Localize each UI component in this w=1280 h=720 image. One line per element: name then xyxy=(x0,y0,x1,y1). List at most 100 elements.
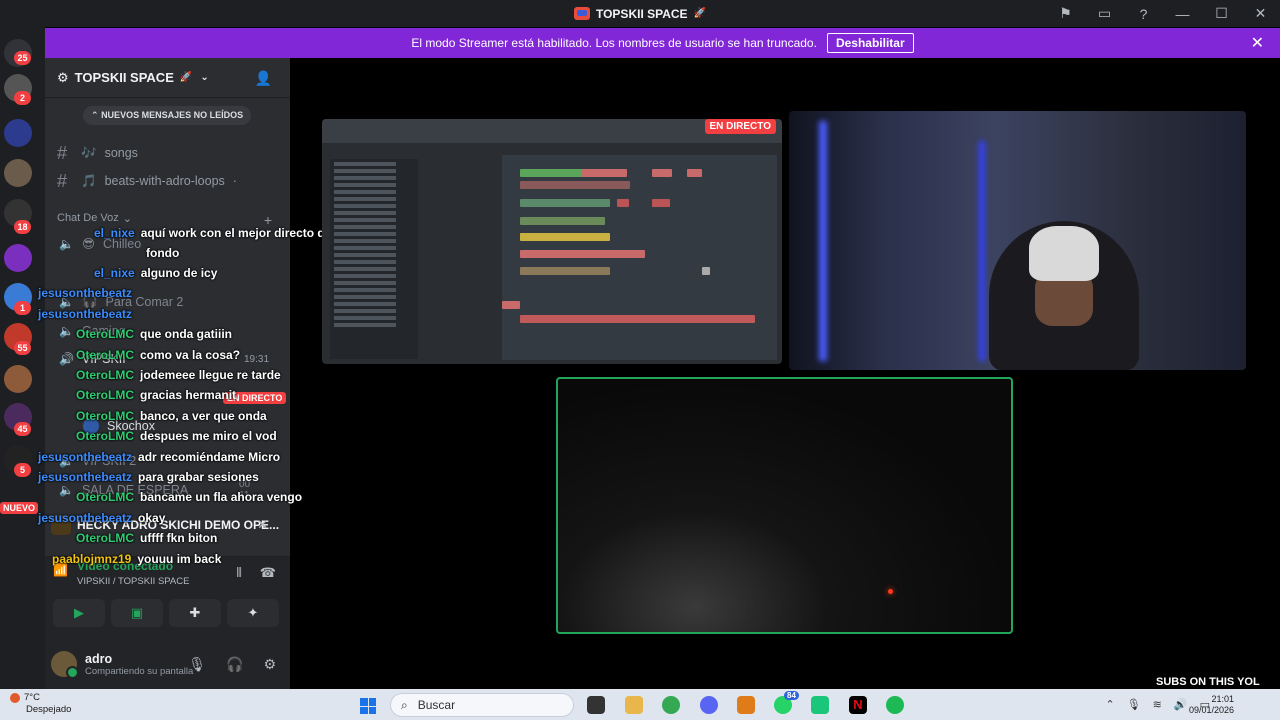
chat-message: OteroLMC despues me miro el vod xyxy=(76,429,277,443)
server-header[interactable]: ⚙ TOPSKII SPACE 🚀 ⌄ 👤 xyxy=(45,58,290,98)
spotify-icon[interactable] xyxy=(886,696,904,714)
wifi-icon[interactable]: ≋ xyxy=(1153,698,1162,711)
file-explorer-icon[interactable] xyxy=(625,696,643,714)
close-activity-icon[interactable]: ✕ xyxy=(257,517,268,533)
chat-text: bancame un fla ahora vengo xyxy=(140,490,303,504)
streamer-mode-banner: El modo Streamer está habilitado. Los no… xyxy=(45,28,1280,58)
watermark: SUBS ON THIS YOL xyxy=(1156,676,1260,688)
streamer-hat xyxy=(1029,226,1099,281)
server-icon[interactable] xyxy=(4,244,32,272)
chevron-up-icon[interactable]: ⌃ xyxy=(1105,698,1114,711)
start-button[interactable] xyxy=(360,698,376,714)
chat-username: OteroLMC xyxy=(76,327,134,341)
server-icon[interactable] xyxy=(4,159,32,187)
banner-text: El modo Streamer está habilitado. Los no… xyxy=(411,36,817,50)
rocket-emoji-icon: 🚀 xyxy=(693,8,707,19)
speaker-icon: 🔈 xyxy=(59,236,74,251)
volume-icon[interactable]: 🔊 xyxy=(1174,698,1188,711)
chat-username: OteroLMC xyxy=(76,348,134,362)
chat-username: el_nixe xyxy=(94,266,135,280)
chevron-up-icon: ⌃ xyxy=(91,110,99,120)
disconnect-icon[interactable]: ☎ xyxy=(260,565,276,581)
clock[interactable]: 21:01 09/01/2026 xyxy=(1189,694,1234,716)
chat-username: jesusonthebeatz xyxy=(38,307,133,321)
chat-username: OteroLMC xyxy=(76,388,134,402)
channel-songs[interactable]: # 🎶 songs xyxy=(57,142,138,164)
mention-badge: 18 xyxy=(14,220,31,234)
chat-text: uffff fkn biton xyxy=(140,531,218,545)
username[interactable]: adro xyxy=(85,652,193,666)
note-icon: 🎵 xyxy=(81,173,97,188)
search-icon: ⌕ xyxy=(401,697,408,712)
add-member-icon[interactable]: 👤 xyxy=(255,70,272,87)
taskbar-search[interactable]: ⌕ Buscar xyxy=(390,693,574,717)
chat-username: jesusonthebeatz xyxy=(38,511,133,525)
server-icon[interactable] xyxy=(4,365,32,393)
chat-username: jesusonthebeatz xyxy=(38,470,133,484)
settings-gear-icon[interactable]: ⚙ xyxy=(263,656,276,673)
server-logo-icon xyxy=(573,7,590,20)
whatsapp-badge: 84 xyxy=(784,691,799,700)
chat-message: paablojmnz19 youuu im back xyxy=(52,552,221,566)
chat-message: OteroLMC gracias hermanit xyxy=(76,388,236,402)
disable-streamer-button[interactable]: Deshabilitar xyxy=(826,33,914,53)
chat-username: OteroLMC xyxy=(76,490,134,504)
weather-widget[interactable]: 7°C Despejado xyxy=(10,692,71,716)
rocket-emoji-icon: 🚀 xyxy=(179,72,193,83)
minimize-button[interactable]: — xyxy=(1163,6,1202,22)
chevron-down-icon: ⌄ xyxy=(200,72,209,83)
screen-share-tile[interactable]: EN DIRECTO xyxy=(322,119,782,364)
chat-username: OteroLMC xyxy=(76,409,134,423)
microphone-icon[interactable]: 🎙 xyxy=(188,656,206,673)
chat-username: paablojmnz19 xyxy=(52,552,132,566)
call-timer: 19:31 xyxy=(244,353,270,365)
webcam-tile[interactable] xyxy=(789,111,1246,370)
netflix-icon[interactable]: N xyxy=(849,696,867,714)
chat-text: banco, a ver que onda xyxy=(140,409,267,423)
channel-beats[interactable]: # 🎵 beats-with-adro-loops · xyxy=(57,170,237,192)
chat-text: para grabar sesiones xyxy=(138,470,259,484)
windows-taskbar: 7°C Despejado ⌕ Buscar 84 N ⌃ 🎙 ≋ 🔊 ▭ 21… xyxy=(0,689,1280,720)
music-icon: 🎶 xyxy=(81,145,97,160)
activities-button[interactable]: ✚ xyxy=(169,599,221,627)
camera-button[interactable]: ▶ xyxy=(53,599,105,627)
chat-message: jesusonthebeatz okay xyxy=(38,511,165,525)
dark-camera-tile[interactable] xyxy=(556,377,1013,634)
title-bar: TOPSKII SPACE 🚀 ⚑ ▭ ? — ☐ ✕ xyxy=(0,0,1280,27)
microphone-icon[interactable]: 🎙 xyxy=(1127,698,1141,711)
user-panel: adro Compartiendo su pantalla 🎙 🎧 ⚙ xyxy=(45,639,290,689)
chat-text: jodemeee llegue re tarde xyxy=(140,368,281,382)
maximize-button[interactable]: ☐ xyxy=(1202,5,1241,22)
noise-suppression-icon[interactable]: ⫴ xyxy=(236,565,241,581)
chat-message: OteroLMC banco, a ver que onda xyxy=(76,409,267,423)
chat-message: el_nixe alguno de icy xyxy=(94,266,217,280)
hash-icon: # xyxy=(57,170,68,191)
chat-username: el_nixe xyxy=(94,226,135,240)
unread-messages-pill[interactable]: ⌃ NUEVOS MENSAJES NO LEÍDOS xyxy=(83,106,252,125)
daw-browser xyxy=(330,159,418,359)
task-view-icon[interactable] xyxy=(587,696,605,714)
chat-message: OteroLMC uffff fkn biton xyxy=(76,531,217,545)
chat-text: youuu im back xyxy=(137,552,222,566)
server-topskii[interactable] xyxy=(4,119,32,147)
help-icon[interactable]: ? xyxy=(1124,6,1163,22)
chat-username: OteroLMC xyxy=(76,429,134,443)
soundboard-button[interactable]: ✦ xyxy=(227,599,279,627)
fl-studio-icon[interactable] xyxy=(737,696,755,714)
chat-text: que onda gatiiin xyxy=(140,327,232,341)
headphones-icon[interactable]: 🎧 xyxy=(226,656,243,673)
inbox-flag-icon[interactable]: ⚑ xyxy=(1046,5,1085,22)
close-window-button[interactable]: ✕ xyxy=(1241,5,1280,22)
chat-username: jesusonthebeatz xyxy=(38,286,133,300)
user-avatar[interactable] xyxy=(51,651,79,679)
app-icon[interactable] xyxy=(811,696,829,714)
close-banner-icon[interactable]: ✕ xyxy=(1251,33,1264,53)
mention-badge: 1 xyxy=(14,301,31,315)
chat-text: okay xyxy=(138,511,166,525)
speaker-icon: 🔊 xyxy=(59,352,74,366)
discord-app-icon[interactable] xyxy=(700,696,718,714)
screen-share-button[interactable]: ▣ xyxy=(111,599,163,627)
weather-icon xyxy=(10,693,20,703)
inbox-icon[interactable]: ▭ xyxy=(1085,5,1124,22)
chrome-icon[interactable] xyxy=(662,696,680,714)
